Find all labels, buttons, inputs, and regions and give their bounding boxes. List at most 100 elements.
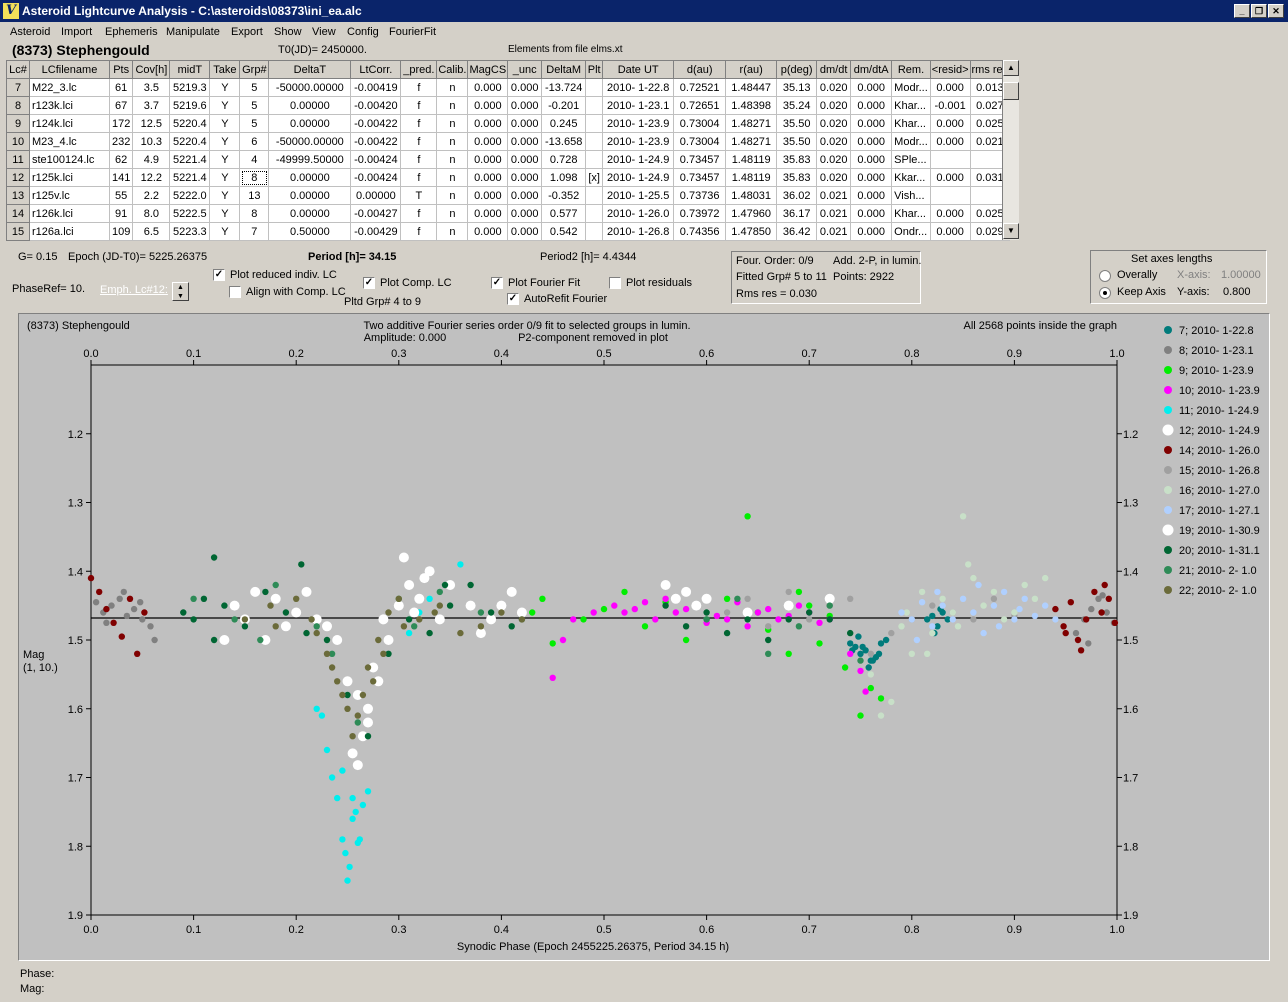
- table-cell[interactable]: -13.724: [541, 78, 587, 97]
- table-cell[interactable]: 0.00000: [268, 186, 352, 205]
- table-row[interactable]: 9 r124k.lci 172 12.5 5220.4 Y 5 0.00000 -0.00422…: [6, 114, 1011, 133]
- table-cell[interactable]: Khar...: [891, 114, 931, 133]
- table-cell[interactable]: 1.47850: [725, 222, 778, 241]
- row-number[interactable]: 11: [6, 150, 30, 169]
- plot-residuals-checkbox[interactable]: [609, 277, 621, 289]
- table-cell[interactable]: f: [400, 204, 438, 223]
- column-header[interactable]: DeltaM: [541, 60, 587, 79]
- table-cell[interactable]: 0.728: [541, 150, 587, 169]
- table-cell[interactable]: 1.48031: [725, 186, 778, 205]
- table-cell[interactable]: 0.000: [467, 96, 509, 115]
- table-cell[interactable]: 0.000: [507, 114, 543, 133]
- column-header[interactable]: Grp#: [239, 60, 270, 79]
- table-cell[interactable]: r125v.lc: [29, 186, 110, 205]
- menu-import[interactable]: Import: [61, 26, 92, 38]
- table-cell[interactable]: 2010- 1-23.1: [602, 96, 675, 115]
- table-cell[interactable]: 2010- 1-23.9: [602, 114, 675, 133]
- column-header[interactable]: _pred.: [400, 60, 438, 79]
- table-cell[interactable]: [929, 186, 971, 205]
- x-axis-input[interactable]: 1.00000: [1221, 269, 1261, 281]
- table-cell[interactable]: 0.000: [929, 168, 971, 187]
- autorefit-checkbox[interactable]: ✓: [507, 293, 519, 305]
- column-header[interactable]: Cov[h]: [132, 60, 171, 79]
- table-cell[interactable]: 2010- 1-26.8: [602, 222, 675, 241]
- row-number[interactable]: 13: [6, 186, 30, 205]
- lightcurve-plot[interactable]: (8373) Stephengould Two additive Fourier…: [18, 313, 1270, 961]
- table-cell[interactable]: M22_3.lc: [29, 78, 110, 97]
- table-cell[interactable]: n: [436, 114, 469, 133]
- table-cell[interactable]: Y: [209, 186, 241, 205]
- table-cell[interactable]: r124k.lci: [29, 114, 110, 133]
- table-cell[interactable]: -0.001: [929, 96, 971, 115]
- table-cell[interactable]: n: [436, 222, 469, 241]
- column-header[interactable]: Pts: [108, 60, 134, 79]
- table-cell[interactable]: 0.000: [850, 132, 893, 151]
- table-cell[interactable]: 0.000: [929, 78, 971, 97]
- table-cell[interactable]: 232: [108, 132, 134, 151]
- table-cell[interactable]: 5: [239, 114, 270, 133]
- table-cell[interactable]: 5: [239, 96, 270, 115]
- table-cell[interactable]: Y: [209, 78, 241, 97]
- table-cell[interactable]: 5222.5: [169, 204, 211, 223]
- table-cell[interactable]: 1.48119: [725, 168, 778, 187]
- column-header[interactable]: LCfilename: [29, 60, 110, 79]
- table-cell[interactable]: 0.73736: [673, 186, 727, 205]
- table-cell[interactable]: 0.00000: [268, 168, 352, 187]
- table-cell[interactable]: 1.48271: [725, 114, 778, 133]
- overally-radio[interactable]: [1099, 270, 1111, 282]
- table-cell[interactable]: 0.577: [541, 204, 587, 223]
- minimize-button[interactable]: _: [1234, 4, 1250, 18]
- table-cell[interactable]: 2.2: [132, 186, 171, 205]
- column-header[interactable]: Calib.: [436, 60, 469, 79]
- table-cell[interactable]: 0.73457: [673, 168, 727, 187]
- table-cell[interactable]: 6.5: [132, 222, 171, 241]
- table-cell[interactable]: 36.02: [776, 186, 818, 205]
- table-cell[interactable]: 0.000: [467, 114, 509, 133]
- table-cell[interactable]: -49999.50000: [268, 150, 352, 169]
- table-cell[interactable]: 0.000: [507, 96, 543, 115]
- column-header[interactable]: LtCorr.: [350, 60, 402, 79]
- table-cell[interactable]: -0.00429: [350, 222, 402, 241]
- emph-spinner[interactable]: ▲ ▼: [172, 282, 189, 301]
- close-button[interactable]: ✕: [1268, 4, 1284, 18]
- table-cell[interactable]: 8: [239, 168, 270, 187]
- table-cell[interactable]: 5220.4: [169, 114, 211, 133]
- table-row[interactable]: 15 r126a.lci 109 6.5 5223.3 Y 7 0.50000 -0.00429…: [6, 222, 1011, 241]
- table-scrollbar[interactable]: ▲ ▼: [1002, 60, 1019, 240]
- table-cell[interactable]: 0.00000: [268, 204, 352, 223]
- table-cell[interactable]: 0.020: [816, 114, 852, 133]
- table-cell[interactable]: 91: [108, 204, 134, 223]
- table-cell[interactable]: ste100124.lc: [29, 150, 110, 169]
- table-cell[interactable]: 2010- 1-25.5: [602, 186, 675, 205]
- table-cell[interactable]: 1.47960: [725, 204, 778, 223]
- table-cell[interactable]: 0.000: [467, 222, 509, 241]
- table-cell[interactable]: SPle...: [891, 150, 931, 169]
- table-cell[interactable]: 0.000: [467, 204, 509, 223]
- table-cell[interactable]: 5219.6: [169, 96, 211, 115]
- table-cell[interactable]: 6: [239, 132, 270, 151]
- row-number[interactable]: 8: [6, 96, 30, 115]
- table-cell[interactable]: n: [436, 204, 469, 223]
- table-cell[interactable]: n: [436, 186, 469, 205]
- table-cell[interactable]: 0.000: [929, 132, 971, 151]
- table-row[interactable]: 13 r125v.lc 55 2.2 5222.0 Y 13 0.00000 0.00000 Tn…: [6, 186, 1011, 205]
- table-cell[interactable]: 0.020: [816, 150, 852, 169]
- table-row[interactable]: 11 ste100124.lc 62 4.9 5221.4 Y 4 -49999.50000-…: [6, 150, 1011, 169]
- table-cell[interactable]: 0.000: [467, 132, 509, 151]
- table-cell[interactable]: 0.020: [816, 168, 852, 187]
- table-cell[interactable]: 0.000: [507, 132, 543, 151]
- column-header[interactable]: DeltaT: [268, 60, 352, 79]
- table-cell[interactable]: 0.000: [467, 78, 509, 97]
- row-number[interactable]: 14: [6, 204, 30, 223]
- table-cell[interactable]: 0.000: [850, 150, 893, 169]
- table-cell[interactable]: f: [400, 132, 438, 151]
- menu-asteroid[interactable]: Asteroid: [10, 26, 50, 38]
- table-cell[interactable]: 62: [108, 150, 134, 169]
- table-cell[interactable]: 0.74356: [673, 222, 727, 241]
- table-cell[interactable]: Khar...: [891, 204, 931, 223]
- table-cell[interactable]: Y: [209, 96, 241, 115]
- table-cell[interactable]: 12.2: [132, 168, 171, 187]
- table-cell[interactable]: n: [436, 150, 469, 169]
- table-cell[interactable]: 172: [108, 114, 134, 133]
- table-cell[interactable]: 0.000: [850, 186, 893, 205]
